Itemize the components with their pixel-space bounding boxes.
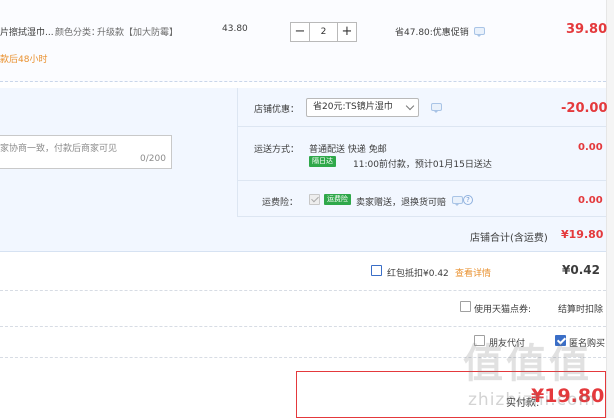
shop-options-panel — [0, 88, 606, 252]
section-divider — [0, 326, 606, 327]
red-packet-details-link[interactable]: 查看详情 — [455, 266, 491, 279]
message-counter: 0/200 — [140, 154, 166, 164]
red-packet-checkbox[interactable] — [371, 265, 382, 276]
tmall-points-checkbox[interactable] — [460, 301, 471, 312]
shop-promo-select[interactable]: 省20元:TS镜片湿巾 — [306, 98, 419, 117]
insurance-label: 运费险： — [262, 198, 299, 208]
item-title[interactable]: 片擦拭湿巾... — [0, 25, 54, 38]
shop-promo-amount: -20.00 — [561, 101, 608, 116]
decrease-button[interactable]: − — [290, 22, 310, 42]
quantity-input[interactable]: 2 — [310, 22, 337, 42]
red-packet-amount: ¥0.42 — [562, 263, 600, 277]
unit-price: 43.80 — [222, 24, 248, 34]
watermark-logo: 值值值 — [463, 341, 592, 387]
buyer-message-input[interactable]: 家协商一致，付款后商家可见 0/200 — [0, 135, 172, 169]
insurance-amount: 0.00 — [578, 195, 603, 206]
tmall-points-note: 结算时扣除 — [558, 305, 604, 315]
watermark-site: zhizhizhi.com — [468, 390, 596, 410]
item-spec-label: 颜色分类： — [55, 28, 101, 38]
item-spec-value: 升级款【加大防霉】 — [97, 28, 179, 38]
insurance-badge: 运费险 — [324, 194, 351, 205]
row-divider — [237, 180, 606, 181]
ship-notice: 款后48小时 — [0, 55, 48, 65]
row-divider — [237, 126, 606, 127]
insurance-checkbox — [309, 194, 320, 205]
tmall-points-label: 使用天猫点券: — [474, 305, 532, 315]
shop-promo-value: 省20元:TS镜片湿巾 — [313, 102, 393, 112]
help-icon[interactable]: ? — [463, 195, 473, 205]
quantity-stepper[interactable]: − 2 + — [290, 22, 357, 42]
scrollbar[interactable] — [606, 0, 614, 418]
shipping-label: 运送方式： — [254, 145, 300, 155]
increase-button[interactable]: + — [337, 22, 357, 42]
row-divider — [237, 216, 606, 217]
shop-promo-label: 店铺优惠： — [254, 105, 300, 115]
shipping-eta: 11:00前付款，预计01月15日送达 — [353, 160, 492, 170]
section-divider — [0, 290, 606, 291]
item-discount: 省47.80:优惠促销 — [395, 28, 469, 38]
chat-icon[interactable] — [452, 196, 463, 206]
shipping-method: 普通配送 快递 免邮 — [309, 145, 387, 155]
chat-icon[interactable] — [431, 103, 442, 113]
item-subtotal: 39.80 — [566, 22, 608, 37]
shop-total-label: 店铺合计(含运费) — [470, 233, 548, 244]
shop-total-amount: ¥19.80 — [561, 228, 604, 241]
shipping-amount: 0.00 — [578, 142, 603, 153]
chat-icon[interactable] — [474, 27, 485, 37]
insurance-desc: 卖家赠送，退换货可赔 — [356, 198, 447, 208]
next-day-badge: 隔日达 — [309, 156, 336, 167]
message-placeholder: 家协商一致，付款后商家可见 — [0, 144, 118, 154]
red-packet-label: 红包抵扣¥0.42 — [387, 269, 449, 279]
chevron-down-icon — [405, 101, 415, 111]
panel-divider — [237, 88, 238, 216]
